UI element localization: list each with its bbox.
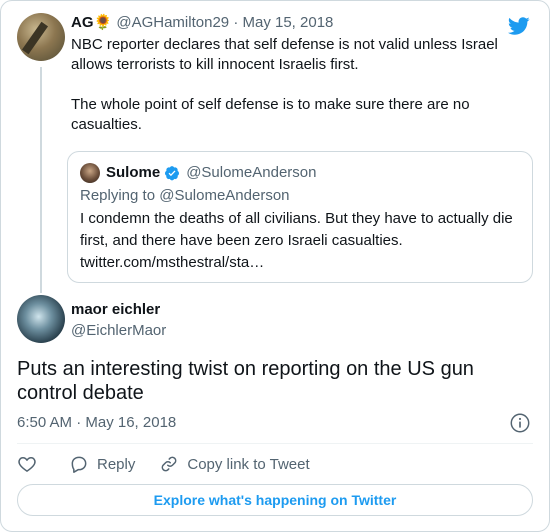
speech-bubble-icon xyxy=(71,456,87,473)
replying-to: Replying to @SulomeAnderson xyxy=(80,187,290,204)
embedded-tweet-card: AG🌻 @AGHamilton29 · May 15, 2018 NBC rep… xyxy=(0,0,550,532)
thread-connector-line xyxy=(40,67,42,293)
name-emoji: 🌻 xyxy=(93,14,113,31)
divider xyxy=(17,443,533,444)
tweet-date[interactable]: May 15, 2018 xyxy=(242,14,333,31)
avatar[interactable] xyxy=(17,13,65,61)
tweet-text: NBC reporter declares that self defense … xyxy=(71,36,498,133)
twitter-bird-icon[interactable] xyxy=(507,15,531,37)
quoted-tweet-text: I condemn the deaths of all civilians. B… xyxy=(80,210,513,271)
explore-twitter-button[interactable]: Explore what's happening on Twitter xyxy=(17,484,533,516)
info-icon[interactable] xyxy=(509,412,531,434)
tweet-timestamp[interactable]: 6:50 AM · May 16, 2018 xyxy=(17,414,176,431)
quoted-tweet[interactable]: Sulome @SulomeAnderson Replying to @Sulo… xyxy=(67,151,533,283)
heart-icon xyxy=(18,457,36,472)
verified-badge-icon xyxy=(165,166,180,181)
copy-link-button[interactable]: Copy link to Tweet xyxy=(159,454,310,474)
author-name[interactable]: AG xyxy=(71,14,94,31)
author-name: Sulome xyxy=(106,164,161,181)
copy-link-label: Copy link to Tweet xyxy=(187,455,310,473)
link-icon xyxy=(161,456,177,472)
author-handle: @SulomeAnderson xyxy=(186,164,317,181)
reply-button[interactable]: Reply xyxy=(69,454,135,474)
like-button[interactable] xyxy=(17,454,45,474)
author-handle[interactable]: @EichlerMaor xyxy=(71,322,166,339)
reply-label: Reply xyxy=(97,455,136,473)
tweet-actions: Reply Copy link to Tweet xyxy=(17,453,334,475)
author-name[interactable]: maor eichler xyxy=(71,301,160,318)
avatar xyxy=(80,163,100,183)
avatar[interactable] xyxy=(17,295,65,343)
author-handle[interactable]: @AGHamilton29 xyxy=(116,14,229,31)
main-tweet-text: Puts an interesting twist on reporting o… xyxy=(17,358,474,404)
separator-dot: · xyxy=(233,14,239,31)
